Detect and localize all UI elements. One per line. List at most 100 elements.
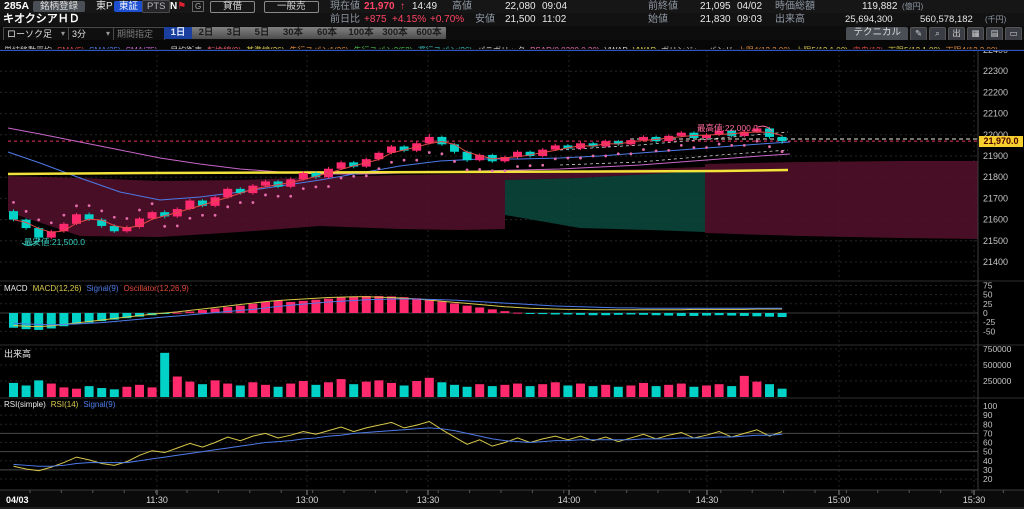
low-time: 11:02 (542, 14, 566, 25)
macd-legend: MACD MACD(12,26) Signal(9) Oscillator(12,26… (4, 283, 194, 293)
volume-label: 出来高 (775, 14, 805, 25)
mcap-label: 時価総額 (775, 1, 815, 12)
legend-item: MACD(12,26) (33, 284, 82, 293)
chart-controls-row: ローソク足▾ 3分▾ 期間指定▾ 1日2日3日5日30本60本100本300本6… (0, 26, 1024, 40)
zoom-icon[interactable]: ⌕ (929, 27, 946, 41)
prev-close-value: 21,095 (700, 1, 731, 12)
legend-item: 上限5(12,1.00) (795, 46, 847, 49)
general-sell-button[interactable]: 一般売 (264, 1, 319, 13)
range-button-100本[interactable]: 100本 (344, 27, 378, 39)
legend-item: Oscillator(12,26,9) (123, 284, 188, 293)
range-button-600本[interactable]: 600本 (412, 27, 446, 39)
header: 285A 銘柄登録 東P 東証 PTS N⚑ G 貸借 一般売 現在値 21,9… (0, 0, 1024, 51)
legend-item: RSI(simple) (4, 400, 46, 409)
change-percent-2: +0.70% (430, 14, 464, 25)
chevron-down-icon: ▾ (61, 28, 65, 40)
export-icon[interactable]: 出 (948, 27, 965, 41)
legend-item: 上限4(12,2.00) (738, 46, 790, 49)
low-value: 21,500 (505, 14, 536, 25)
range-button-1日[interactable]: 1日 (164, 27, 192, 39)
current-price: 21,970 (364, 1, 395, 12)
svg-text:21400: 21400 (983, 257, 1008, 267)
legend-item: 遅行スパン(26) (417, 46, 472, 49)
chart-type-select[interactable]: ローソク足▾ (3, 27, 69, 41)
register-button[interactable]: 銘柄登録 (33, 1, 85, 12)
period-select[interactable]: 期間指定▾ (113, 27, 165, 41)
turnover-value: 560,578,182 (920, 14, 973, 25)
legend-item: VWAP (633, 46, 656, 49)
svg-text:250000: 250000 (983, 376, 1012, 386)
svg-text:22300: 22300 (983, 66, 1008, 76)
range-button-2日[interactable]: 2日 (192, 27, 220, 39)
legend-item: VWAP (604, 46, 627, 49)
legend-item: RSI(14) (51, 400, 79, 409)
high-label: 高値 (452, 1, 472, 12)
range-button-strip: 1日2日3日5日30本60本100本300本600本 (164, 27, 446, 39)
stock-name: キオクシアＨＤ (3, 14, 80, 25)
mcap-value: 119,882 (862, 1, 897, 12)
range-button-300本[interactable]: 300本 (378, 27, 412, 39)
indicator-legend: 単純移動平均SMA(5)SMA(25)SMA(75)一目均衡表転換線(9)基準線… (0, 40, 1024, 49)
chart-toolbar: テクニカル ✎⌕出▦▤▭ (846, 27, 1022, 41)
turnover-unit: (千円) (985, 14, 1006, 25)
prev-close-date: 04/02 (737, 1, 762, 12)
svg-text:14:30: 14:30 (696, 495, 719, 505)
legend-item: 単純移動平均 (4, 46, 52, 49)
stock-code: 285A (4, 1, 29, 12)
trading-chart-window: 2240022300222002210022000219002180021700… (0, 0, 1024, 509)
exchange-tse-button[interactable]: 東証 (114, 1, 143, 12)
interval-select[interactable]: 3分▾ (68, 27, 114, 41)
current-price-badge: 21,970.0 (979, 136, 1023, 147)
legend-item: SMA(75) (126, 46, 158, 49)
svg-text:21500: 21500 (983, 236, 1008, 246)
memo-icon[interactable]: ▤ (986, 27, 1003, 41)
svg-text:21900: 21900 (983, 151, 1008, 161)
main-chart-svg: 2240022300222002210022000219002180021700… (0, 0, 1024, 509)
legend-item: 下限4(12,2.00) (946, 46, 998, 49)
change-value: +875 (364, 14, 387, 25)
svg-text:750000: 750000 (983, 344, 1012, 354)
svg-text:15:30: 15:30 (963, 495, 986, 505)
legend-item: Signal(9) (86, 284, 118, 293)
current-label: 現在値 (330, 1, 360, 12)
range-button-60本[interactable]: 60本 (310, 27, 344, 39)
news-flag-icon: ⚑ (177, 1, 186, 12)
low-label: 安値 (475, 14, 495, 25)
svg-text:500000: 500000 (983, 360, 1012, 370)
pencil-icon[interactable]: ✎ (910, 27, 927, 41)
legend-item: 一目均衡表 (162, 46, 202, 49)
svg-text:21800: 21800 (983, 172, 1008, 182)
svg-text:22100: 22100 (983, 109, 1008, 119)
legend-item: 先行スパン2(52) (353, 46, 412, 49)
svg-text:20: 20 (983, 474, 993, 484)
volume-panel-legend: 出来高 (4, 347, 36, 360)
volume-value: 25,694,300 (845, 14, 893, 25)
volume-panel-title: 出来高 (4, 349, 31, 359)
legend-item: 先行スパン1(26) (289, 46, 348, 49)
legend-item: 基準線(26) (246, 46, 284, 49)
bar-chart-icon[interactable]: ▦ (967, 27, 984, 41)
legend-item: 転換線(9) (207, 46, 241, 49)
exchange-pts-button[interactable]: PTS (142, 0, 170, 13)
legend-item: MACD (4, 284, 28, 293)
svg-text:13:00: 13:00 (296, 495, 319, 505)
open-time: 09:03 (737, 14, 762, 25)
range-button-5日[interactable]: 5日 (248, 27, 276, 39)
up-arrow-icon: ↑ (400, 1, 405, 12)
legend-item: SMA(25) (89, 46, 121, 49)
range-button-3日[interactable]: 3日 (220, 27, 248, 39)
g-button[interactable]: G (192, 1, 204, 12)
rsi-legend: RSI(simple)RSI(14)Signal(9) (4, 399, 120, 409)
change-percent: +4.15% (392, 14, 426, 25)
margin-button[interactable]: 貸借 (210, 1, 255, 13)
header-row-2: キオクシアＨＤ 前日比 +875 +4.15% +0.70% 安値 21,500… (0, 13, 1024, 26)
legend-item: PSAR(0.0200,0.20) (530, 46, 599, 49)
range-button-30本[interactable]: 30本 (276, 27, 310, 39)
svg-text:04/03: 04/03 (6, 495, 29, 505)
prev-close-label: 前終値 (648, 1, 678, 12)
change-label: 前日比 (330, 14, 360, 25)
high-value: 22,080 (505, 1, 536, 12)
folder-icon[interactable]: ▭ (1005, 27, 1022, 41)
current-time: 14:49 (412, 1, 437, 12)
technical-button[interactable]: テクニカル (846, 27, 908, 41)
